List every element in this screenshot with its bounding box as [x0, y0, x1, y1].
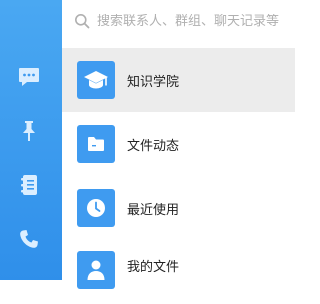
list-item-recently-used[interactable]: 最近使用 — [62, 176, 295, 240]
list-item-label: 最近使用 — [127, 202, 180, 218]
search-icon — [75, 14, 90, 29]
chat-bubble-icon[interactable] — [16, 64, 42, 90]
sidebar — [0, 0, 62, 280]
list-item-label: 我的文件 — [127, 260, 180, 275]
search-bar — [62, 0, 295, 42]
list-item-file-activity[interactable]: 文件动态 — [62, 112, 295, 176]
list-item-my-files[interactable]: 我的文件 — [62, 240, 295, 304]
search-input[interactable] — [97, 13, 295, 29]
user-icon — [77, 251, 115, 289]
phone-icon[interactable] — [16, 226, 42, 252]
folder-icon — [77, 125, 115, 163]
clock-icon — [77, 189, 115, 227]
list-item-knowledge-academy[interactable]: 知识学院 — [62, 48, 295, 112]
main-panel: 知识学院 文件动态 最近使用 我的文件 — [62, 0, 295, 289]
graduation-cap-icon — [77, 61, 115, 99]
address-book-icon[interactable] — [16, 172, 42, 198]
list-item-label: 知识学院 — [127, 74, 180, 90]
pin-icon[interactable] — [16, 118, 42, 144]
list-item-label: 文件动态 — [127, 138, 180, 154]
